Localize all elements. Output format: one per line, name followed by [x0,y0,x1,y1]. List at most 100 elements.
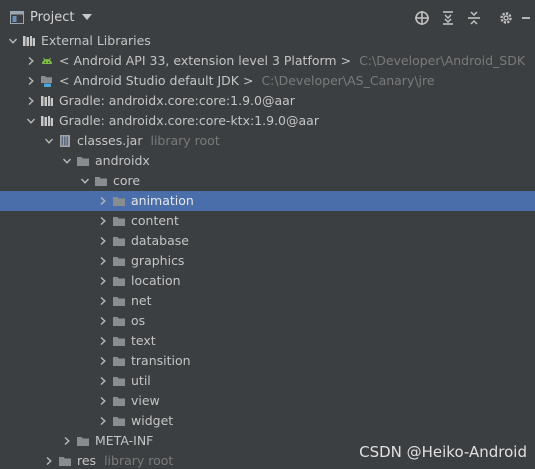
chevron-down-icon[interactable] [45,137,53,145]
gradle-library-icon [41,96,53,106]
chevron-down-icon[interactable] [81,177,89,185]
chevron-right-icon[interactable] [99,317,107,325]
chevron-right-icon[interactable] [99,377,107,385]
tree-node-label: Gradle: androidx.core:core:1.9.0@aar [59,93,295,108]
tree-node[interactable]: net [0,291,535,311]
tree-node[interactable]: os [0,311,535,331]
folder-icon [113,217,125,226]
tree-node-label: net [131,293,152,308]
tree-node-hint: C:\Developer\Android_SDK [359,53,526,68]
folder-icon [59,457,71,466]
tree-node[interactable]: location [0,271,535,291]
tree-node[interactable]: util [0,371,535,391]
locate-target-icon[interactable] [414,10,430,26]
folder-icon [113,337,125,346]
tree-node[interactable]: text [0,331,535,351]
tree-node-label: META-INF [95,433,154,448]
gear-icon[interactable] [498,10,514,26]
chevron-right-icon[interactable] [99,237,107,245]
chevron-right-icon[interactable] [99,357,107,365]
tree-node[interactable]: view [0,391,535,411]
folder-icon [113,237,125,246]
chevron-right-icon[interactable] [99,397,107,405]
chevron-right-icon[interactable] [99,417,107,425]
expand-all-icon[interactable] [440,10,456,26]
tree-node-label: content [131,213,179,228]
tree-node[interactable]: Gradle: androidx.core:core:1.9.0@aar [0,91,535,111]
chevron-right-icon[interactable] [27,97,35,105]
tree-node-label: view [131,393,160,408]
tree-node[interactable]: External Libraries [0,31,535,51]
chevron-right-icon[interactable] [45,457,53,465]
chevron-right-icon[interactable] [99,297,107,305]
tree-node[interactable]: < Android API 33, extension level 3 Plat… [0,51,535,71]
tree-node-label: text [131,333,156,348]
tree-node[interactable]: animation [0,191,535,211]
tree-node[interactable]: widget [0,411,535,431]
watermark: CSDN @Heiko-Android [359,443,527,461]
tree-node-hint: library root [150,133,220,148]
folder-icon [113,357,125,366]
tree-node[interactable]: < Android Studio default JDK > C:\Develop… [0,71,535,91]
tree-node-label: widget [131,413,174,428]
tree-node-label: animation [131,193,194,208]
tree-node-label: database [131,233,189,248]
tree-node[interactable]: content [0,211,535,231]
tree-node-hint: library root [104,453,174,468]
tree-node-label: util [131,373,151,388]
tree-node[interactable]: transition [0,351,535,371]
jar-icon [60,135,70,147]
chevron-right-icon[interactable] [99,217,107,225]
tree-node-label: < Android API 33, extension level 3 Plat… [59,53,526,68]
tree-node[interactable]: Gradle: androidx.core:core-ktx:1.9.0@aar [0,111,535,131]
chevron-right-icon[interactable] [99,277,107,285]
tree-node-label: res library root [77,453,174,468]
tree-node-label: External Libraries [41,33,151,48]
tree-node-label: os [131,313,146,328]
tree-node-label: classes.jar library root [77,133,220,148]
tree-node-label: location [131,273,181,288]
tree-node-label: core [113,173,141,188]
gradle-library-icon [41,116,53,126]
chevron-right-icon[interactable] [99,257,107,265]
tree-node[interactable]: database [0,231,535,251]
jdk-folder-icon [41,76,52,87]
tree-node-label: < Android Studio default JDK > C:\Develop… [59,73,435,88]
chevron-down-icon[interactable] [82,14,92,20]
tree-node[interactable]: androidx [0,151,535,171]
tree-node-label: Gradle: androidx.core:core-ktx:1.9.0@aar [59,113,319,128]
folder-icon [113,257,125,266]
folder-icon [95,177,107,186]
folder-icon [113,297,125,306]
folder-icon [77,157,89,166]
android-icon [42,57,52,64]
chevron-down-icon[interactable] [9,37,17,45]
chevron-down-icon[interactable] [27,117,35,125]
tree-node-label: transition [131,353,191,368]
project-tree[interactable]: External Libraries < Android API 33, ext… [0,30,535,469]
chevron-down-icon[interactable] [63,157,71,165]
tree-node-hint: C:\Developer\AS_Canary\jre [261,73,435,88]
folder-icon [113,277,125,286]
chevron-right-icon[interactable] [27,77,35,85]
folder-icon [113,377,125,386]
collapse-all-icon[interactable] [466,10,482,26]
tree-node[interactable]: classes.jar library root [0,131,535,151]
tree-node[interactable]: graphics [0,251,535,271]
chevron-right-icon[interactable] [99,337,107,345]
folder-icon [113,397,125,406]
tree-node[interactable]: core [0,171,535,191]
folder-icon [113,417,125,426]
tree-node-label: androidx [95,153,150,168]
minimize-icon[interactable] [521,10,531,26]
panel-title[interactable]: Project [30,10,74,25]
project-window-icon [10,11,24,24]
folder-icon [113,317,125,326]
folder-icon [77,437,89,446]
chevron-right-icon[interactable] [63,437,71,445]
folder-icon [113,197,125,206]
chevron-right-icon[interactable] [99,197,107,205]
chevron-right-icon[interactable] [27,57,35,65]
tree-node-label: graphics [131,253,185,268]
library-icon [23,36,35,46]
